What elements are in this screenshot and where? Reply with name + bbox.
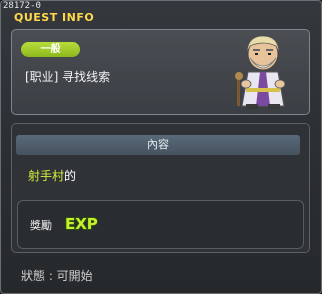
quest-status: 狀態 : 可開始: [21, 269, 93, 283]
reward-label: 獎勵: [30, 219, 52, 232]
location-link: 射手村: [28, 169, 65, 183]
description-suffix: 的: [64, 169, 77, 183]
quest-name: [职业] 寻找线索: [25, 70, 111, 84]
content-section-header: 內容: [16, 135, 300, 155]
quest-type-badge: 一般: [21, 42, 80, 57]
exp-icon: EXP: [64, 214, 98, 232]
window-title: QUEST INFO: [14, 11, 95, 24]
quest-id: 28172-0: [3, 1, 41, 11]
reward-box: [17, 200, 304, 249]
exp-text: EXP: [65, 215, 98, 232]
quest-description: 射手村的: [28, 167, 76, 184]
old-sage-npc-icon: [235, 35, 286, 109]
